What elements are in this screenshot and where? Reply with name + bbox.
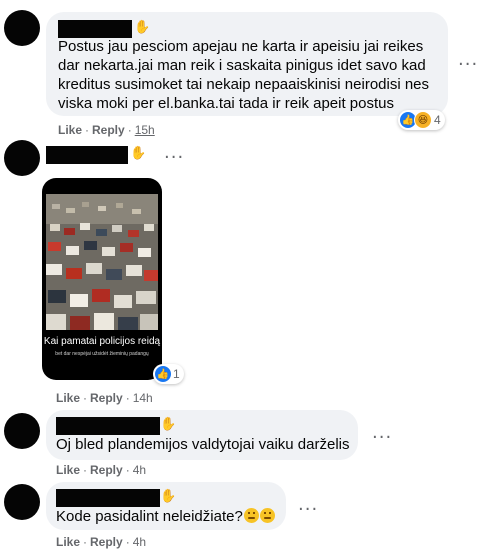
comment-actions: Like · Reply · 4h bbox=[56, 463, 146, 477]
redacted-author-name[interactable] bbox=[46, 146, 128, 164]
more-options-icon[interactable]: ··· bbox=[298, 501, 318, 519]
reaction-summary[interactable]: 👍 😆 4 bbox=[398, 110, 445, 130]
separator: · bbox=[83, 535, 88, 549]
more-options-icon[interactable]: ··· bbox=[164, 149, 184, 167]
comment-actions: Like · Reply · 15h bbox=[58, 123, 155, 137]
timestamp-link[interactable]: 4h bbox=[133, 535, 146, 549]
separator: · bbox=[85, 123, 90, 137]
comment-image[interactable]: Kai pamatai policijos reidą bet dar nesp… bbox=[42, 178, 162, 380]
comment-text-line: viska moki per el.banka.tai tada ir reik… bbox=[58, 95, 394, 112]
reply-button[interactable]: Reply bbox=[90, 535, 123, 549]
comment-text-line: kreditus susimoket tai nekaip nepaaiskin… bbox=[58, 76, 430, 93]
wave-icon: ✋ bbox=[130, 146, 147, 161]
like-button[interactable]: Like bbox=[58, 123, 82, 137]
separator: · bbox=[125, 463, 130, 477]
thinking-face-icon bbox=[243, 508, 259, 523]
redacted-author-name[interactable] bbox=[58, 20, 132, 38]
comment-text-line: Postus jau pesciom apejau ne karta ir ap… bbox=[58, 38, 424, 55]
reaction-count: 4 bbox=[434, 113, 441, 127]
more-options-icon[interactable]: ··· bbox=[372, 429, 392, 447]
wave-icon: ✋ bbox=[134, 20, 151, 35]
separator: · bbox=[83, 391, 88, 405]
haha-icon: 😆 bbox=[414, 111, 432, 129]
separator: · bbox=[125, 391, 130, 405]
like-button[interactable]: Like bbox=[56, 391, 80, 405]
more-options-icon[interactable]: ··· bbox=[458, 56, 478, 74]
reply-button[interactable]: Reply bbox=[90, 391, 123, 405]
like-icon: 👍 bbox=[155, 366, 171, 382]
timestamp-link[interactable]: 15h bbox=[135, 123, 155, 137]
timestamp-link[interactable]: 4h bbox=[133, 463, 146, 477]
wave-icon: ✋ bbox=[160, 417, 177, 432]
wave-icon: ✋ bbox=[160, 489, 177, 504]
reaction-summary[interactable]: 👍 1 bbox=[153, 364, 184, 384]
image-caption: Kai pamatai policijos reidą bbox=[43, 336, 161, 347]
separator: · bbox=[83, 463, 88, 477]
like-button[interactable]: Like bbox=[56, 535, 80, 549]
reply-button[interactable]: Reply bbox=[90, 463, 123, 477]
thinking-face-icon bbox=[259, 508, 275, 523]
reaction-count: 1 bbox=[173, 367, 180, 381]
comment-actions: Like · Reply · 14h bbox=[56, 391, 153, 405]
redacted-author-name[interactable] bbox=[56, 417, 160, 435]
comment-actions: Like · Reply · 4h bbox=[56, 535, 146, 549]
avatar[interactable] bbox=[4, 413, 40, 449]
avatar[interactable] bbox=[4, 10, 40, 46]
comment-text-line: Oj bled plandemijos valdytojai vaiku dar… bbox=[56, 436, 350, 453]
separator: · bbox=[127, 123, 132, 137]
redacted-author-name[interactable] bbox=[56, 489, 160, 507]
separator: · bbox=[125, 535, 130, 549]
comment-text-line: dar nekarta.jai man reik i saskaita pini… bbox=[58, 57, 426, 74]
traffic-photo bbox=[46, 194, 158, 330]
comment-text-line: Kode pasidalint neleidžiate? bbox=[56, 507, 275, 527]
comment-text: Kode pasidalint neleidžiate? bbox=[56, 508, 243, 525]
avatar[interactable] bbox=[4, 484, 40, 520]
avatar[interactable] bbox=[4, 140, 40, 176]
like-button[interactable]: Like bbox=[56, 463, 80, 477]
reply-button[interactable]: Reply bbox=[92, 123, 125, 137]
timestamp-link[interactable]: 14h bbox=[133, 391, 153, 405]
image-subcaption: bet dar nespėjai užsidėt žieminių padang… bbox=[55, 351, 149, 357]
